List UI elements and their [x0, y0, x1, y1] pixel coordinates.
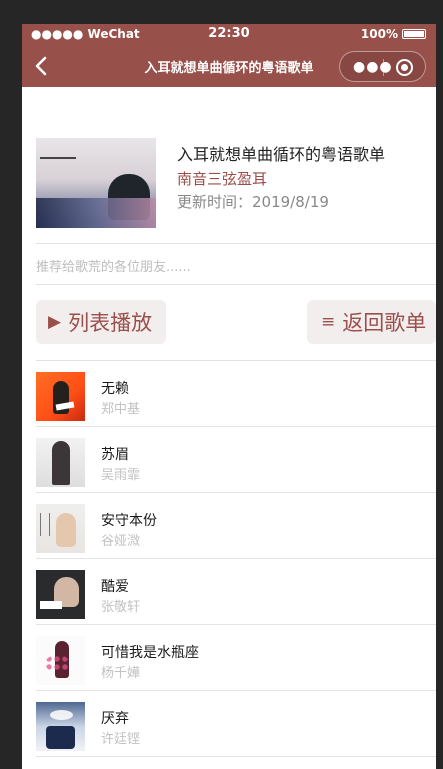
song-title: 安守本份: [101, 513, 157, 529]
recommendation-text: 推荐给歌荒的各位朋友......: [36, 260, 191, 275]
playlist-updated-time: 更新时间：2019/8/19: [177, 193, 329, 211]
play-list-label: 列表播放: [68, 311, 153, 335]
row-divider: [36, 756, 436, 757]
capsule-divider: [383, 59, 384, 76]
navigation-bar: ●●●●● WeChat 22:30 100% 入耳就想单曲循环的粤语歌单 ●●…: [22, 24, 436, 87]
playlist-title: 入耳就想单曲循环的粤语歌单: [177, 145, 386, 164]
album-cover: [36, 702, 85, 751]
song-artist: 谷娅溦: [101, 534, 141, 549]
cover-calligraphy-mark: [40, 143, 76, 159]
back-to-playlist-button[interactable]: ≡ 返回歌单: [307, 300, 436, 344]
battery-icon: [402, 29, 426, 39]
playlist-author[interactable]: 南音三弦盈耳: [177, 168, 267, 189]
list-item[interactable]: 厌弃 许廷铿: [36, 691, 436, 757]
song-title: 厌弃: [101, 711, 129, 727]
song-title: 苏眉: [101, 447, 129, 463]
playlist-cover-image: [36, 138, 156, 228]
mini-program-screen: ●●●●● WeChat 22:30 100% 入耳就想单曲循环的粤语歌单 ●●…: [22, 24, 436, 769]
list-item[interactable]: 可惜我是水瓶座 杨千嬅: [36, 625, 436, 691]
album-cover: [36, 504, 85, 553]
battery-fill: [404, 31, 424, 37]
menu-lines-icon: ≡: [321, 311, 336, 332]
list-item[interactable]: 酷爱 张敬轩: [36, 559, 436, 625]
play-triangle-icon: ▶: [48, 311, 62, 332]
more-dots-icon[interactable]: ●●●: [353, 60, 393, 74]
list-item[interactable]: 无赖 郑中基: [36, 361, 436, 427]
list-item[interactable]: 安守本份 谷娅溦: [36, 493, 436, 559]
song-artist: 张敬轩: [101, 600, 141, 615]
album-cover: [36, 636, 85, 685]
song-artist: 许廷铿: [101, 732, 141, 747]
song-title: 可惜我是水瓶座: [101, 645, 199, 661]
album-cover: [36, 438, 85, 487]
playlist-header: 入耳就想单曲循环的粤语歌单 南音三弦盈耳 更新时间：2019/8/19: [36, 138, 436, 232]
close-target-icon[interactable]: [396, 59, 413, 76]
status-bar: ●●●●● WeChat 22:30 100%: [22, 24, 436, 44]
song-title: 无赖: [101, 381, 129, 397]
album-cover: [36, 570, 85, 619]
section-divider: [36, 284, 436, 285]
back-to-playlist-label: 返回歌单: [342, 311, 427, 335]
battery-status: 100%: [361, 27, 426, 41]
battery-percent: 100%: [360, 27, 398, 41]
mini-program-menu-capsule[interactable]: ●●●: [339, 51, 426, 82]
section-divider: [36, 243, 436, 244]
song-title: 酷爱: [101, 579, 129, 595]
song-artist: 郑中基: [101, 402, 141, 417]
list-item[interactable]: 苏眉 吴雨霏: [36, 427, 436, 493]
play-list-button[interactable]: ▶ 列表播放: [36, 300, 166, 344]
song-artist: 杨千嬅: [101, 666, 141, 681]
album-cover: [36, 372, 85, 421]
song-artist: 吴雨霏: [101, 468, 141, 483]
